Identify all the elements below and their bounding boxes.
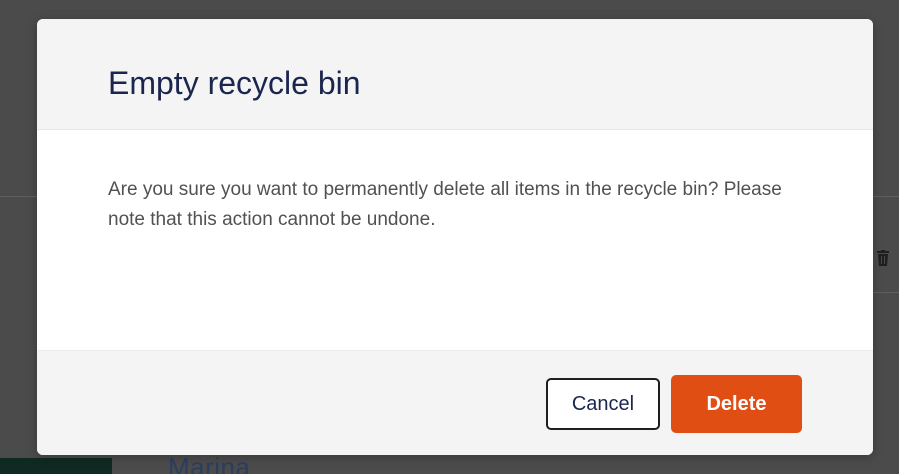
background-row-divider xyxy=(0,196,40,197)
confirm-dialog: Empty recycle bin Are you sure you want … xyxy=(37,19,873,455)
cancel-button[interactable]: Cancel xyxy=(546,378,660,430)
dialog-message: Are you sure you want to permanently del… xyxy=(108,179,782,230)
dialog-header: Empty recycle bin xyxy=(37,19,873,130)
background-row-divider xyxy=(872,196,899,197)
delete-button[interactable]: Delete xyxy=(671,375,802,433)
dialog-footer: Cancel Delete xyxy=(37,350,873,455)
dialog-title: Empty recycle bin xyxy=(108,65,361,101)
dialog-body: Are you sure you want to permanently del… xyxy=(37,130,873,350)
trash-icon[interactable] xyxy=(876,250,890,266)
background-thumbnail xyxy=(0,458,112,474)
background-row-divider xyxy=(872,292,899,293)
background-item-name: Marina xyxy=(168,452,251,474)
